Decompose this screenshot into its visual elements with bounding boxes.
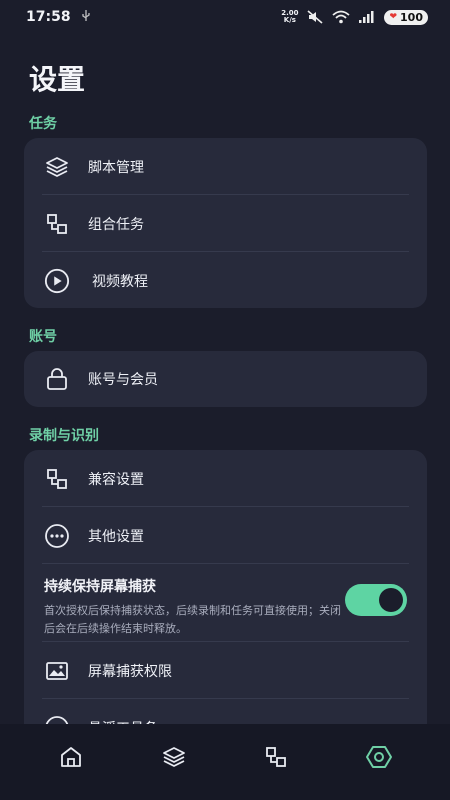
nav-home[interactable] bbox=[41, 734, 101, 784]
page-title: 设置 bbox=[29, 63, 86, 96]
status-bar: 17:58 2.00 K/s ❤ 100 bbox=[0, 0, 450, 34]
nav-scripts[interactable] bbox=[144, 734, 204, 784]
combine-icon bbox=[265, 746, 287, 772]
status-right: 2.00 K/s ❤ 100 bbox=[281, 9, 428, 25]
keep-capture-description: 首次授权后保持捕获状态，后续录制和任务可直接使用；关闭后会在后续操作结束时释放。 bbox=[44, 604, 341, 635]
wifi-icon bbox=[332, 10, 351, 24]
script-management-label: 脚本管理 bbox=[88, 159, 144, 176]
screen-capture-permission-label: 屏幕捕获权限 bbox=[88, 663, 172, 680]
section-label-tasks: 任务 bbox=[29, 116, 57, 132]
combined-tasks-item[interactable]: 组合任务 bbox=[24, 195, 427, 252]
toggle-knob bbox=[379, 588, 403, 612]
combine-icon bbox=[44, 211, 70, 237]
other-settings-label: 其他设置 bbox=[88, 528, 144, 545]
keep-capture-setting: 持续保持屏幕捕获 首次授权后保持捕获状态，后续录制和任务可直接使用；关闭后会在后… bbox=[24, 564, 427, 642]
compatibility-settings-label: 兼容设置 bbox=[88, 471, 144, 488]
account-membership-label: 账号与会员 bbox=[88, 372, 158, 388]
network-speed: 2.00 K/s bbox=[281, 9, 299, 24]
signal-icon bbox=[358, 10, 376, 24]
battery-indicator: ❤ 100 bbox=[384, 9, 428, 25]
more-icon bbox=[44, 523, 70, 549]
layers-icon bbox=[162, 746, 186, 772]
usb-icon bbox=[81, 9, 91, 25]
account-membership-item[interactable]: 账号与会员 bbox=[24, 351, 427, 407]
heart-icon: ❤ bbox=[389, 12, 398, 22]
tasks-card: 脚本管理 组合任务 视频教程 bbox=[24, 138, 427, 308]
play-icon bbox=[44, 268, 70, 294]
layers-icon bbox=[44, 154, 70, 180]
other-settings-item[interactable]: 其他设置 bbox=[24, 507, 427, 564]
home-icon bbox=[59, 745, 83, 773]
combine-icon bbox=[44, 466, 70, 492]
account-card: 账号与会员 bbox=[24, 351, 427, 407]
nav-settings[interactable] bbox=[349, 734, 409, 784]
nav-tasks[interactable] bbox=[246, 734, 306, 784]
image-icon bbox=[44, 658, 70, 684]
status-time: 17:58 bbox=[26, 9, 71, 25]
bottom-nav bbox=[0, 724, 450, 800]
combined-tasks-label: 组合任务 bbox=[88, 216, 144, 233]
video-tutorial-label: 视频教程 bbox=[92, 273, 148, 290]
script-management-item[interactable]: 脚本管理 bbox=[24, 138, 427, 195]
lock-icon bbox=[44, 366, 70, 392]
screen-capture-permission-item[interactable]: 屏幕捕获权限 bbox=[24, 642, 427, 699]
settings-icon bbox=[365, 744, 392, 774]
recording-card: 兼容设置 其他设置 持续保持屏幕捕获 首次授权后保持捕获状态，后续录制和任务可直… bbox=[24, 450, 427, 750]
video-tutorial-item[interactable]: 视频教程 bbox=[24, 252, 427, 309]
compatibility-settings-item[interactable]: 兼容设置 bbox=[24, 450, 427, 507]
keep-capture-toggle[interactable] bbox=[345, 584, 407, 616]
section-label-account: 账号 bbox=[29, 329, 57, 345]
section-label-recording: 录制与识别 bbox=[29, 428, 99, 444]
mute-icon bbox=[306, 10, 324, 24]
